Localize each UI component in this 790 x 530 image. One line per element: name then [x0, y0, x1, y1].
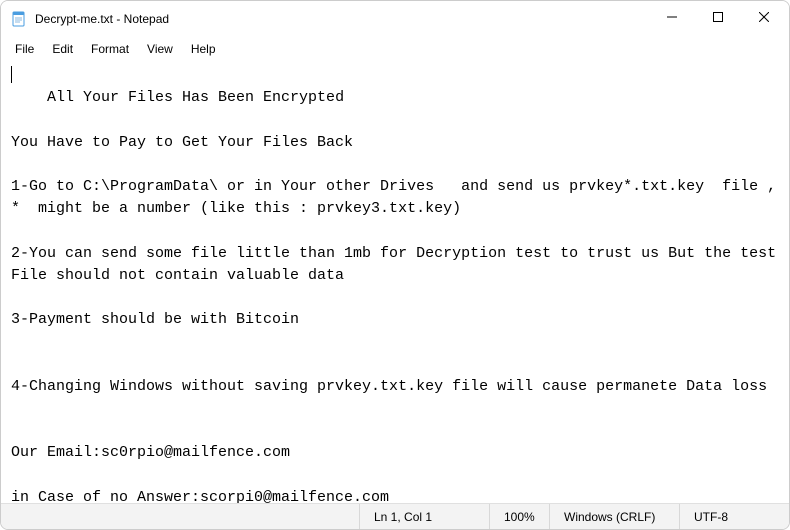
status-position: Ln 1, Col 1 — [359, 504, 489, 529]
minimize-button[interactable] — [649, 1, 695, 33]
notepad-window: Decrypt-me.txt - Notepad File Edit Forma… — [0, 0, 790, 530]
statusbar: Ln 1, Col 1 100% Windows (CRLF) UTF-8 — [1, 503, 789, 529]
close-button[interactable] — [741, 1, 787, 33]
notepad-icon — [11, 11, 27, 27]
status-zoom: 100% — [489, 504, 549, 529]
status-lineending: Windows (CRLF) — [549, 504, 679, 529]
window-controls — [649, 1, 787, 37]
titlebar[interactable]: Decrypt-me.txt - Notepad — [1, 1, 789, 37]
status-encoding: UTF-8 — [679, 504, 789, 529]
window-title: Decrypt-me.txt - Notepad — [35, 12, 169, 26]
maximize-button[interactable] — [695, 1, 741, 33]
menu-format[interactable]: Format — [83, 39, 137, 59]
text-editor[interactable]: All Your Files Has Been Encrypted You Ha… — [1, 61, 789, 503]
menu-file[interactable]: File — [7, 39, 42, 59]
menu-edit[interactable]: Edit — [44, 39, 81, 59]
text-cursor-icon — [11, 66, 12, 83]
menu-view[interactable]: View — [139, 39, 181, 59]
editor-content: All Your Files Has Been Encrypted You Ha… — [11, 89, 789, 503]
menu-help[interactable]: Help — [183, 39, 224, 59]
menubar: File Edit Format View Help — [1, 37, 789, 61]
